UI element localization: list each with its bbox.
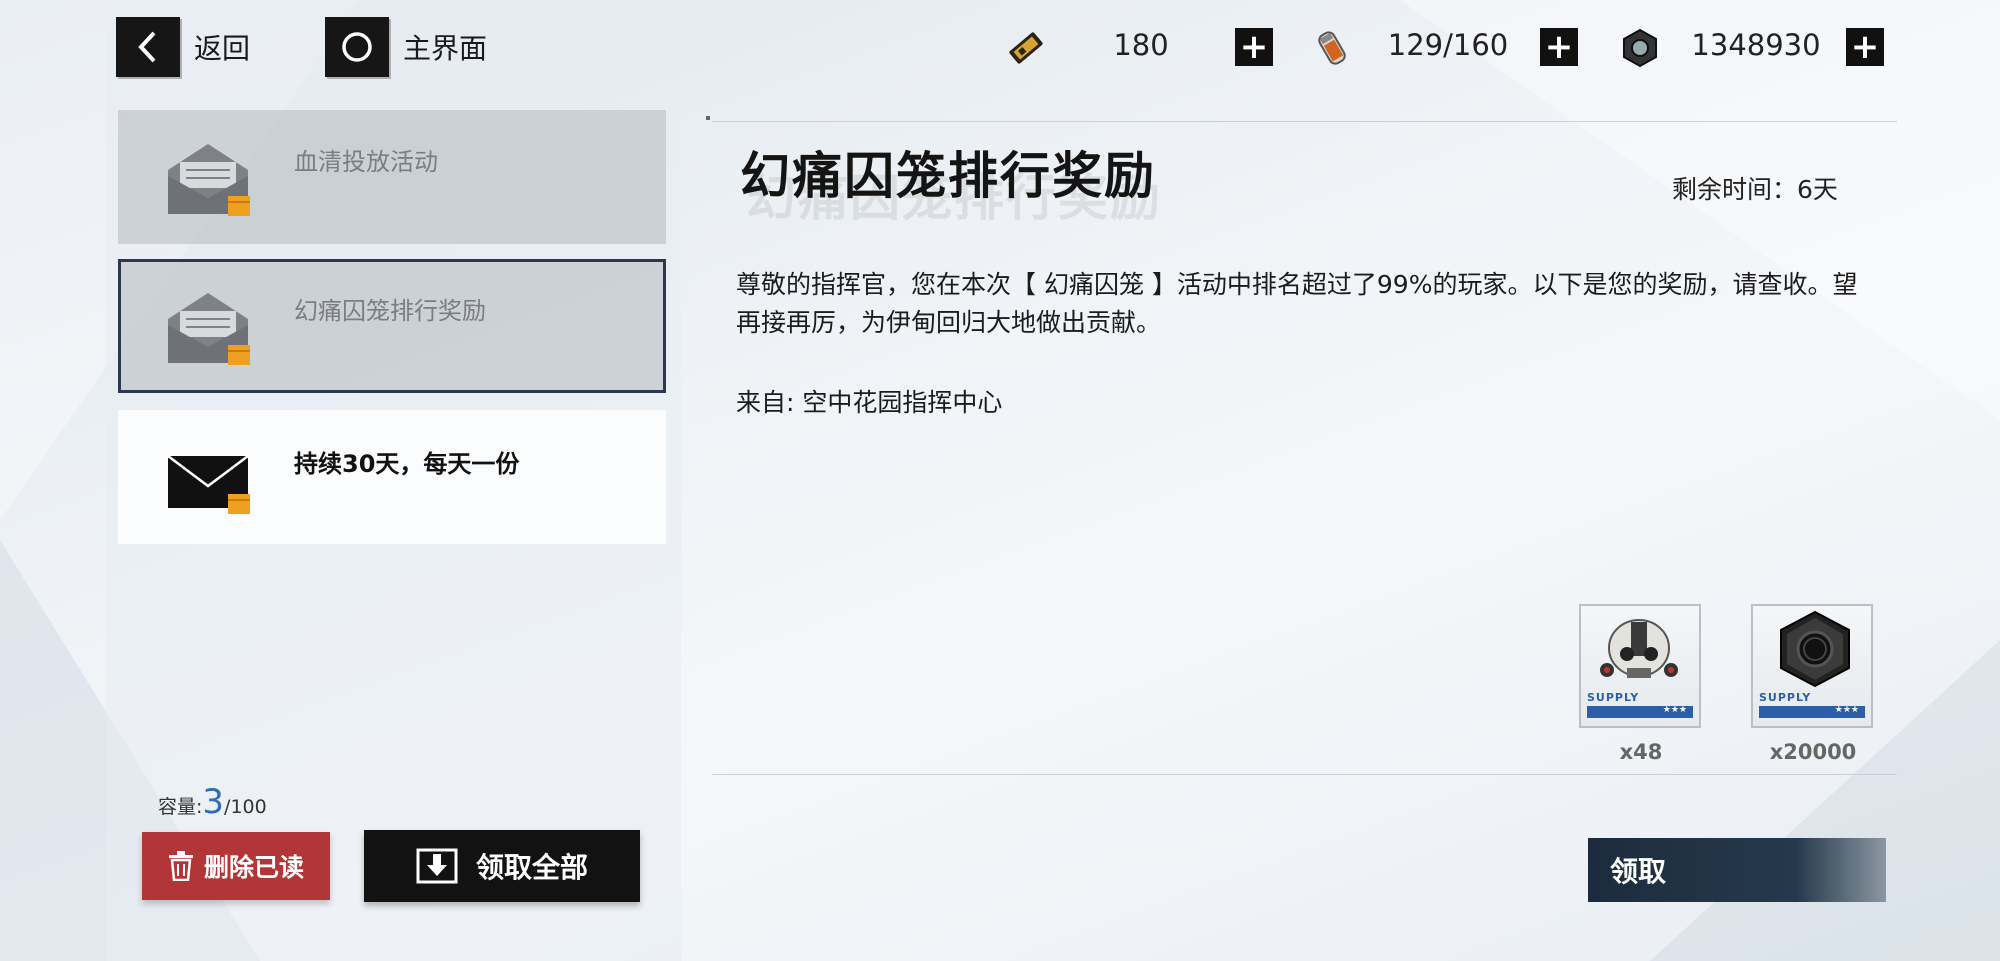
corner-mark [706,116,710,120]
home-label: 主界面 [403,32,488,65]
claim-label: 领取 [1610,855,1667,888]
open-envelope-icon [166,140,256,220]
ticket-icon [1003,25,1049,71]
add-serum-button[interactable]: + [1540,28,1578,66]
resource-serum [1309,22,1355,74]
rarity-stars: ★★★ [1834,705,1859,715]
closed-envelope-icon [166,442,256,522]
collect-all-label: 领取全部 [475,851,588,884]
mail-detail-title: 幻痛囚笼排行奖励 [740,147,1156,205]
reward-rarity-bar: ★★★ [1587,705,1693,718]
plus-icon: + [1239,27,1269,67]
resource-ticket [1003,22,1049,74]
mail-item-serum-event[interactable]: 血清投放活动 [118,110,666,244]
chevron-left-icon [116,17,180,77]
hex-nut-icon [1617,25,1663,71]
mail-title: 血清投放活动 [294,148,438,176]
download-icon [416,848,458,884]
divider [712,121,1897,122]
back-button[interactable]: 返回 [116,16,250,78]
add-ticket-button[interactable]: + [1235,28,1273,66]
plus-icon: + [1544,27,1574,67]
reward-rarity-bar: ★★★ [1759,705,1865,718]
reward-supply-tag: SUPPLY [1587,691,1640,704]
collect-all-button[interactable]: 领取全部 [364,830,640,902]
capacity-label: 容量: [158,796,203,818]
mailbox-capacity: 容量:3/100 [158,782,267,822]
rarity-stars: ★★★ [1662,705,1687,715]
remaining-time: 剩余时间：6天 [1672,175,1838,204]
claim-button[interactable]: 领取 [1588,838,1886,902]
circle-home-icon [325,17,389,77]
plus-icon: + [1850,27,1880,67]
resource-nut [1617,22,1663,74]
reward-item[interactable]: SUPPLY ★★★ x20000 [1751,604,1875,764]
add-nut-button[interactable]: + [1846,28,1884,66]
reward-supply-tag: SUPPLY [1759,691,1812,704]
reward-quantity: x48 [1619,740,1663,764]
mail-body: 尊敬的指挥官，您在本次【 幻痛囚笼 】活动中排名超过了99%的玩家。以下是您的奖… [736,270,1858,337]
open-envelope-icon [166,289,256,369]
mail-title: 幻痛囚笼排行奖励 [294,297,486,325]
resource-serum-value: 129/160 [1387,28,1509,62]
home-button[interactable]: 主界面 [325,16,487,78]
reward-item[interactable]: SUPPLY ★★★ x48 [1579,604,1703,764]
mail-title: 持续30天，每天一份 [294,450,520,478]
mail-item-daily-30days[interactable]: 持续30天，每天一份 [118,410,666,544]
serum-icon [1309,25,1355,71]
reward-card: SUPPLY ★★★ [1579,604,1701,728]
reward-quantity: x20000 [1769,740,1857,764]
mail-item-ranking-reward[interactable]: 幻痛囚笼排行奖励 [118,259,666,393]
reward-card: SUPPLY ★★★ [1751,604,1873,728]
trash-icon [168,851,193,881]
back-label: 返回 [194,32,251,65]
delete-read-button[interactable]: 删除已读 [142,832,330,900]
mail-sender: 来自: 空中花园指挥中心 [736,388,1003,417]
resource-ticket-value: 180 [1113,28,1169,62]
delete-read-label: 删除已读 [203,853,304,882]
capacity-total: /100 [224,796,267,818]
divider [712,774,1897,775]
resource-nut-value: 1348930 [1691,28,1821,62]
capacity-used: 3 [202,782,225,822]
